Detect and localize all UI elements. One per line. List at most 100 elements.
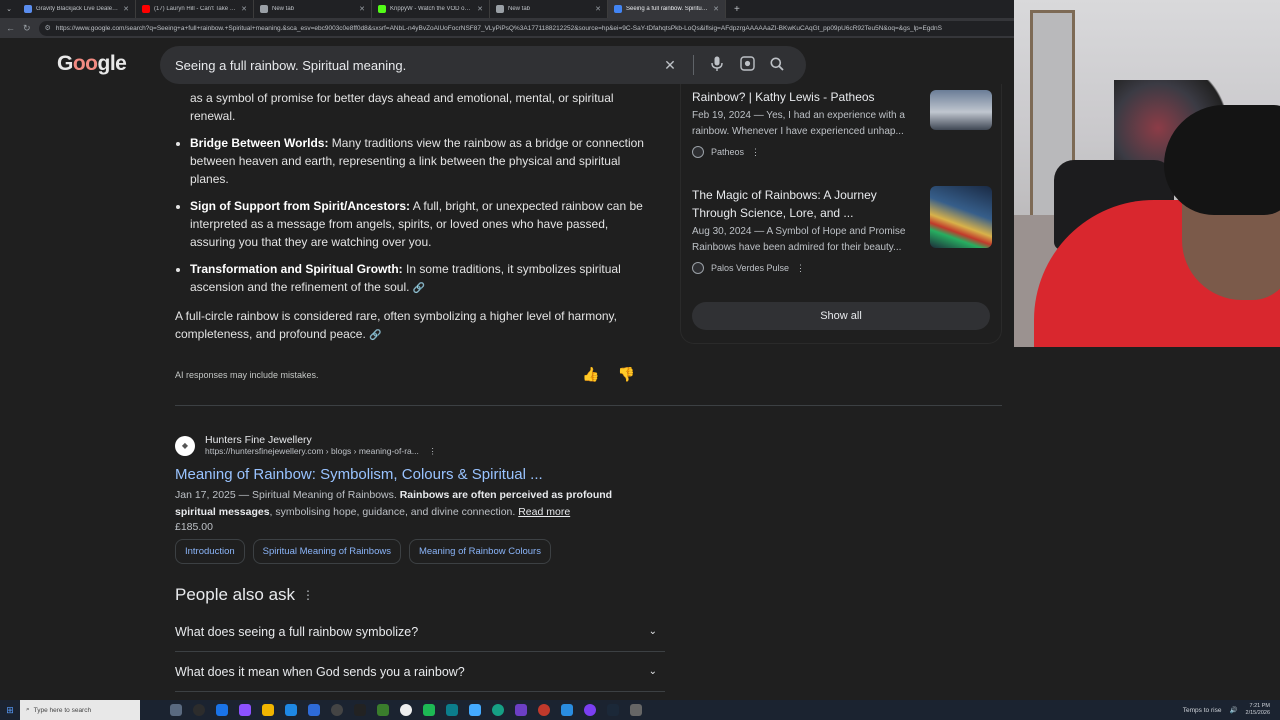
browser-tab[interactable]: New tab ✕ [490, 0, 608, 18]
sitelink-chip[interactable]: Introduction [175, 539, 245, 564]
more-options-icon[interactable]: ⋮ [751, 147, 760, 158]
close-tab-icon[interactable]: ✕ [359, 5, 365, 13]
app-icon[interactable] [331, 704, 343, 716]
thumbs-up-icon[interactable]: 👍 [582, 366, 599, 383]
browser-tab[interactable]: (17) Lauryn Hill - Can't Take My Eyes✕ [136, 0, 254, 18]
system-tray: Temps to rise 🔊 7:21 PM 2/15/2026 [1183, 703, 1280, 717]
app-icon[interactable] [400, 704, 412, 716]
browser-tab[interactable]: New tab ✕ [254, 0, 372, 18]
windows-start-icon[interactable]: ⊞ [0, 705, 20, 716]
source-title[interactable]: Rainbow? | Kathy Lewis - Patheos [692, 88, 918, 106]
paa-question[interactable]: What does it mean when God sends you a r… [175, 652, 665, 692]
app-icon[interactable] [285, 704, 297, 716]
app-icon[interactable] [561, 704, 573, 716]
site-info-icon[interactable]: ⚙ [45, 24, 51, 32]
webcam-overlay [1014, 0, 1280, 347]
link-icon[interactable]: 🔗 [413, 283, 425, 294]
source-card[interactable]: Rainbow? | Kathy Lewis - Patheos Feb 19,… [692, 88, 992, 158]
browser-tab[interactable]: Gravity Blackjack Live Dealer Game✕ [18, 0, 136, 18]
tab-search-icon[interactable]: ⌄ [0, 5, 18, 13]
webcam-person-hair [1164, 105, 1280, 215]
result-price: £185.00 [175, 521, 213, 533]
tab-favicon [142, 5, 150, 13]
link-icon[interactable]: 🔗 [369, 330, 381, 341]
microphone-icon[interactable] [702, 56, 732, 74]
app-icon[interactable] [423, 704, 435, 716]
ai-intro-tail: as a symbol of promise for better days a… [190, 91, 614, 123]
close-tab-icon[interactable]: ✕ [713, 5, 719, 13]
browser-tab-active[interactable]: Seeing a full rainbow. Spiritual m... ✕ [608, 0, 726, 18]
result-title-link[interactable]: Meaning of Rainbow: Symbolism, Colours &… [175, 466, 645, 483]
app-icon[interactable] [446, 704, 458, 716]
browser-tab[interactable]: KrippyW - Watch the VOD on Kick ✕ [372, 0, 490, 18]
tab-favicon [260, 5, 268, 13]
taskbar-apps [170, 704, 642, 716]
chevron-down-icon[interactable]: ⌄ [649, 666, 657, 677]
sitelink-chip[interactable]: Meaning of Rainbow Colours [408, 539, 551, 564]
ai-bullet: Transformation and Spiritual Growth: In … [190, 260, 655, 298]
task-view-icon[interactable] [170, 704, 182, 716]
close-tab-icon[interactable]: ✕ [477, 5, 483, 13]
reload-icon[interactable]: ↻ [23, 23, 31, 34]
paa-question[interactable]: What does seeing a full rainbow symboliz… [175, 612, 665, 652]
source-card[interactable]: The Magic of Rainbows: A Journey Through… [692, 186, 992, 274]
close-tab-icon[interactable]: ✕ [595, 5, 601, 13]
close-tab-icon[interactable]: ✕ [123, 5, 129, 13]
more-options-icon[interactable]: ⋮ [302, 588, 314, 602]
result-sitelink-chips: Introduction Spiritual Meaning of Rainbo… [175, 539, 551, 564]
chrome-icon[interactable] [538, 704, 550, 716]
camera-lens-icon[interactable] [732, 56, 762, 74]
thumbs-down-icon[interactable]: 👎 [618, 366, 635, 383]
result-header[interactable]: ◆ Hunters Fine Jewellery https://hunters… [175, 434, 645, 457]
search-divider [693, 55, 694, 75]
more-options-icon[interactable]: ⋮ [428, 446, 437, 456]
volume-icon[interactable]: 🔊 [1229, 706, 1237, 714]
settings-icon[interactable] [630, 704, 642, 716]
site-favicon [692, 146, 704, 158]
taskbar-search[interactable]: ⌕ Type here to search [20, 700, 140, 720]
tab-favicon [24, 5, 32, 13]
ai-closing: A full-circle rainbow is considered rare… [175, 309, 617, 341]
app-icon[interactable] [377, 704, 389, 716]
app-icon[interactable] [193, 704, 205, 716]
new-tab-button[interactable]: + [726, 4, 748, 15]
tab-favicon [614, 5, 622, 13]
close-tab-icon[interactable]: ✕ [241, 5, 247, 13]
search-icon[interactable] [762, 57, 792, 74]
ai-feedback-row: AI responses may include mistakes. 👍 👎 [175, 366, 635, 383]
result-breadcrumb: https://huntersfinejewellery.com › blogs… [205, 446, 437, 456]
app-icon[interactable] [216, 704, 228, 716]
app-icon[interactable] [239, 704, 251, 716]
read-more-link[interactable]: Read more [518, 506, 570, 518]
tab-favicon [378, 5, 386, 13]
app-icon[interactable] [515, 704, 527, 716]
site-favicon [692, 262, 704, 274]
google-logo[interactable]: Google [57, 52, 127, 76]
steam-icon[interactable] [607, 704, 619, 716]
more-options-icon[interactable]: ⋮ [796, 263, 805, 274]
ai-disclaimer: AI responses may include mistakes. [175, 369, 319, 380]
app-icon[interactable] [492, 704, 504, 716]
source-thumbnail[interactable] [930, 186, 992, 248]
app-icon[interactable] [584, 704, 596, 716]
taskbar-clock[interactable]: 7:21 PM 2/15/2026 [1246, 703, 1270, 717]
show-all-button[interactable]: Show all [692, 302, 990, 330]
search-input[interactable] [175, 57, 655, 73]
close-icon[interactable]: ✕ [655, 57, 685, 74]
search-box: ✕ [160, 46, 806, 84]
source-description: Aug 30, 2024 — A Symbol of Hope and Prom… [692, 226, 906, 253]
source-thumbnail[interactable] [930, 90, 992, 130]
file-explorer-icon[interactable] [262, 704, 274, 716]
source-title[interactable]: The Magic of Rainbows: A Journey Through… [692, 186, 918, 222]
back-arrow-icon[interactable]: ← [6, 23, 15, 33]
app-icon[interactable] [354, 704, 366, 716]
ai-bullet: Sign of Support from Spirit/Ancestors: A… [190, 197, 655, 251]
people-also-ask-title: People also ask [175, 585, 296, 604]
app-icon[interactable] [308, 704, 320, 716]
weather-text[interactable]: Temps to rise [1183, 707, 1222, 714]
search-icon: ⌕ [26, 706, 30, 713]
app-icon[interactable] [469, 704, 481, 716]
source-site: Palos Verdes Pulse ⋮ [692, 262, 992, 274]
sitelink-chip[interactable]: Spiritual Meaning of Rainbows [252, 539, 401, 564]
chevron-down-icon[interactable]: ⌄ [649, 626, 657, 637]
